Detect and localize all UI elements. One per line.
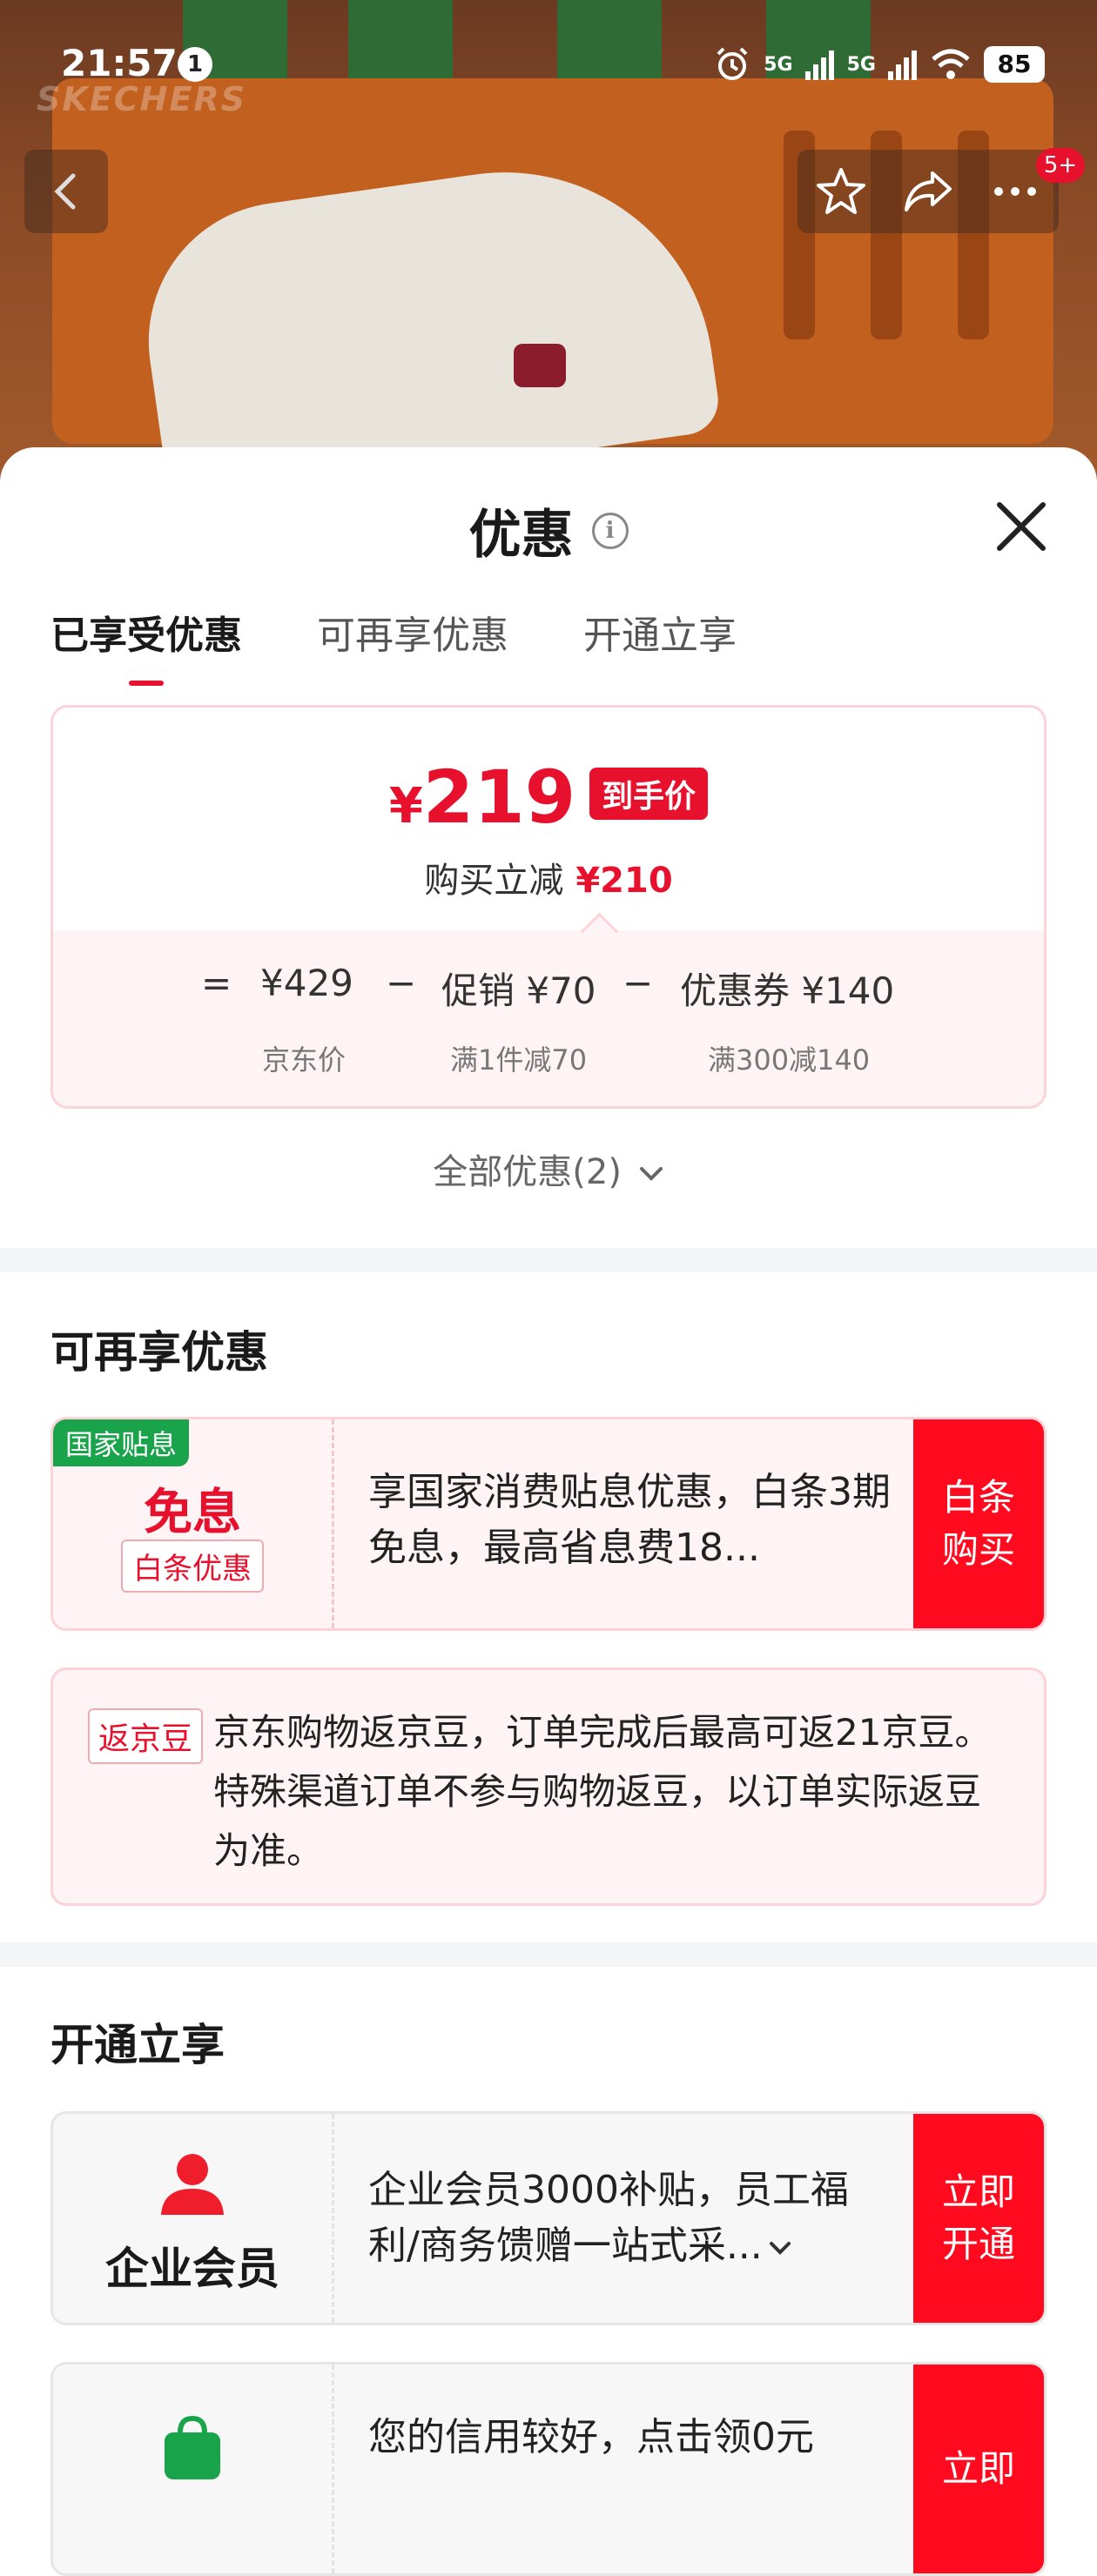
- interest-free-description: 享国家消费贴息优惠，白条3期免息，最高省息费18...: [368, 1470, 891, 1570]
- promo-rule: 满1件减70: [450, 1043, 588, 1077]
- instant-reduction-line: 购买立减 ¥210: [53, 852, 1044, 902]
- formula-promo: 促销 ¥70: [441, 969, 596, 1012]
- cart-count-badge: 5+: [1036, 148, 1085, 183]
- star-icon[interactable]: [814, 164, 868, 218]
- network-type-1: 5G: [764, 53, 793, 76]
- final-price-tag: 到手价: [589, 768, 709, 820]
- discount-tabs: 已享受优惠 可再享优惠 开通立享: [50, 604, 737, 686]
- open-membership-button[interactable]: 立即开通: [913, 2114, 1044, 2323]
- final-price-line: ¥219 到手价: [53, 755, 1044, 840]
- all-discounts-toggle[interactable]: 全部优惠(2): [0, 1144, 1097, 1194]
- jd-price-label: 京东价: [262, 1043, 347, 1077]
- more-icon[interactable]: [988, 164, 1042, 218]
- reduction-label: 购买立减: [424, 861, 564, 901]
- formula-row: = ¥429 − 促销 ¥70 − 优惠券 ¥140: [53, 962, 1044, 1014]
- section-divider: [0, 1942, 1097, 1967]
- jd-bean-description: 京东购物返京豆，订单完成后最高可返21京豆。特殊渠道订单不参与购物返豆，以订单实…: [213, 1711, 992, 1872]
- signal-icon: [804, 50, 834, 80]
- formula-equals: =: [201, 962, 232, 1004]
- credit-offer-label: 立即: [941, 2447, 1015, 2490]
- section-title-open: 开通立享: [50, 2020, 225, 2070]
- price-breakdown-card: ¥219 到手价 购买立减 ¥210 = ¥429 − 促销 ¥70 − 优惠券 ¥…: [50, 705, 1047, 1109]
- shopping-bag-icon: [165, 2415, 220, 2479]
- back-button[interactable]: [24, 150, 108, 233]
- price-summary: ¥219 到手价 购买立减 ¥210: [53, 708, 1044, 930]
- wifi-icon: [932, 49, 970, 79]
- share-icon[interactable]: [901, 164, 955, 218]
- baitiao-buy-button[interactable]: 白条购买: [913, 1419, 1044, 1628]
- sheet-title: 优惠: [468, 505, 574, 566]
- enterprise-member-description: 企业会员3000补贴，员工福利/商务馈赠一站式采...: [368, 2163, 891, 2274]
- subsidy-tag: 国家贴息: [53, 1419, 190, 1466]
- formula-minus: −: [386, 962, 417, 1004]
- credit-offer-description: 您的信用较好，点击领0元: [368, 2415, 814, 2459]
- interest-free-headline: 免息: [144, 1485, 241, 1541]
- chevron-down-icon: [639, 1167, 663, 1181]
- price-formula: = ¥429 − 促销 ¥70 − 优惠券 ¥140 京东价 满1件减70 满3…: [53, 930, 1044, 1106]
- credit-offer-button[interactable]: 立即: [913, 2365, 1044, 2573]
- formula-minus: −: [623, 962, 654, 1004]
- credit-offer-summary: [53, 2365, 334, 2573]
- chevron-left-icon: [54, 173, 76, 210]
- chevron-down-icon[interactable]: [768, 2240, 792, 2256]
- baitiao-buy-label: 白条购买: [941, 1476, 1015, 1571]
- top-actions: [798, 150, 1059, 233]
- tab-more-available[interactable]: 可再享优惠: [317, 604, 508, 660]
- enterprise-member-card: 企业会员 企业会员3000补贴，员工福利/商务馈赠一站式采... 立即开通: [50, 2111, 1047, 2325]
- reduction-amount: ¥210: [575, 861, 673, 901]
- tab-enjoyed[interactable]: 已享受优惠: [50, 604, 242, 686]
- enterprise-member-label: 企业会员: [105, 2244, 279, 2294]
- user-icon: [161, 2154, 224, 2215]
- status-time: 21:57: [61, 42, 178, 84]
- final-price: 219: [422, 755, 576, 840]
- coupon-rule: 满300减140: [708, 1043, 871, 1077]
- signal-icon: [888, 50, 917, 80]
- currency-symbol: ¥: [388, 778, 423, 835]
- alarm-icon: [717, 47, 748, 80]
- interest-free-summary: 国家贴息 免息 白条优惠: [53, 1419, 334, 1628]
- formula-coupon: 优惠券 ¥140: [680, 969, 895, 1012]
- shoe-logo: [514, 344, 566, 387]
- open-membership-label: 立即开通: [941, 2170, 1015, 2265]
- baitiao-tag: 白条优惠: [121, 1540, 264, 1593]
- formula-jd-price: ¥429: [260, 962, 353, 1004]
- notification-badge: 1: [178, 47, 212, 82]
- status-bar: 21:57 1 5G 5G 85: [0, 0, 1097, 113]
- all-discounts-label: 全部优惠(2): [433, 1152, 622, 1192]
- network-type-2: 5G: [846, 53, 876, 76]
- tab-open-to-enjoy[interactable]: 开通立享: [583, 604, 737, 660]
- section-title-more: 可再享优惠: [50, 1327, 268, 1378]
- close-icon[interactable]: [991, 496, 1052, 557]
- credit-offer-card: 您的信用较好，点击领0元 立即: [50, 2362, 1047, 2576]
- interest-free-card: 国家贴息 免息 白条优惠 享国家消费贴息优惠，白条3期免息，最高省息费18...…: [50, 1417, 1047, 1631]
- info-icon[interactable]: i: [591, 512, 629, 549]
- enterprise-member-summary: 企业会员: [53, 2114, 334, 2323]
- sheet-header: 优惠 i: [0, 493, 1097, 568]
- battery-indicator: 85: [984, 46, 1045, 83]
- jd-bean-tag: 返京豆: [88, 1708, 204, 1764]
- jd-bean-card: 返京豆 京东购物返京豆，订单完成后最高可返21京豆。特殊渠道订单不参与购物返豆，…: [50, 1667, 1047, 1906]
- status-icons: 5G 5G 85: [713, 40, 1045, 89]
- discount-sheet: 优惠 i 已享受优惠 可再享优惠 开通立享 ¥219 到手价 购买立减 ¥210 =…: [0, 447, 1097, 2576]
- section-divider: [0, 1248, 1097, 1272]
